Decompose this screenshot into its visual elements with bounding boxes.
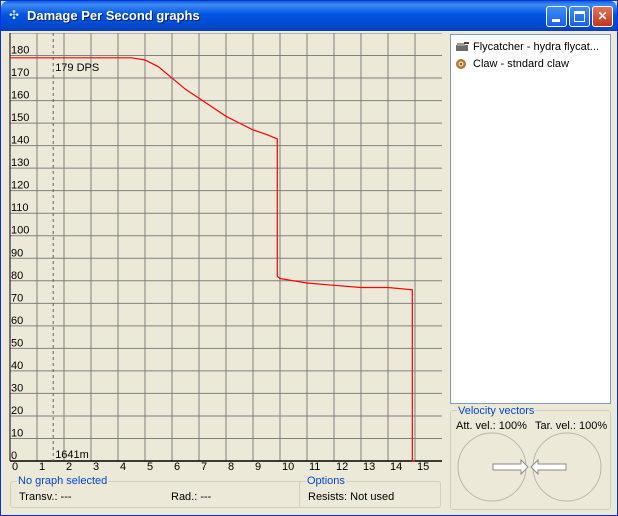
range-marker-label: 1641m [55, 449, 89, 461]
x-tick-label: 1 [39, 461, 45, 473]
resists-label: Resists: Not used [308, 491, 395, 503]
y-tick-label: 140 [11, 135, 29, 147]
window-title: Damage Per Second graphs [27, 8, 200, 23]
y-tick-label: 80 [11, 270, 23, 282]
y-tick-label: 130 [11, 157, 29, 169]
legend-item-flycatcher[interactable]: Flycatcher - hydra flycat... [455, 39, 599, 55]
x-tick-label: 9 [255, 461, 261, 473]
y-tick-label: 120 [11, 180, 29, 192]
status-title: No graph selected [17, 475, 109, 487]
maximize-icon [574, 11, 585, 22]
x-tick-label: 14 [390, 461, 402, 473]
x-tick-label: 3 [93, 461, 99, 473]
transversal-label: Transv.: --- [19, 491, 72, 503]
x-tick-label: 4 [120, 461, 126, 473]
minimize-button[interactable] [546, 6, 567, 27]
x-tick-label: 15 [417, 461, 429, 473]
dps-graph[interactable]: 0 10 20 30 40 50 60 70 80 90 100 110 120 130 140 150 160… [7, 33, 445, 473]
x-tick-label: 10 [282, 461, 294, 473]
y-tick-label: 110 [11, 202, 29, 214]
x-tick-label: 5 [147, 461, 153, 473]
y-tick-label: 90 [11, 247, 23, 259]
legend-item-claw[interactable]: Claw - stndard claw [455, 56, 569, 72]
y-tick-label: 40 [11, 360, 23, 372]
ship-icon: ✣ [8, 8, 20, 22]
title-bar[interactable]: ✣ Damage Per Second graphs ✕ [1, 1, 617, 31]
velocity-vector-dials[interactable] [451, 429, 610, 509]
x-tick-label: 2 [66, 461, 72, 473]
x-tick-label: 12 [336, 461, 348, 473]
x-tick-label: 13 [363, 461, 375, 473]
y-tick-label: 170 [11, 67, 29, 79]
dps-marker-label: 179 DPS [55, 62, 99, 74]
options-title: Options [306, 475, 346, 487]
close-button[interactable]: ✕ [592, 6, 613, 27]
y-tick-label: 160 [11, 90, 29, 102]
maximize-button[interactable] [569, 6, 590, 27]
y-tick-label: 150 [11, 112, 29, 124]
x-tick-label: 8 [228, 461, 234, 473]
x-tick-label: 11 [309, 461, 320, 473]
y-tick-label: 190 [11, 33, 29, 34]
velocity-vectors-group: Velocity vectors Att. vel.: 100% Tar. ve… [450, 406, 611, 510]
velocity-vectors-title: Velocity vectors [457, 405, 536, 417]
y-tick-label: 60 [11, 315, 23, 327]
y-tick-label: 10 [11, 427, 23, 439]
x-tick-label: 7 [201, 461, 207, 473]
minimize-icon [552, 19, 560, 22]
fit-list[interactable]: Flycatcher - hydra flycat... Claw - stnd… [450, 34, 611, 404]
y-tick-label: 100 [11, 225, 29, 237]
drone-icon [455, 58, 469, 70]
dps-graph-window: ✣ Damage Per Second graphs ✕ 0 10 20 30 40 50… [0, 0, 618, 516]
close-icon: ✕ [597, 9, 608, 23]
options-group[interactable]: Options Resists: Not used [299, 476, 441, 508]
y-tick-label: 50 [11, 337, 23, 349]
y-tick-label: 70 [11, 292, 23, 304]
y-tick-label: 20 [11, 405, 23, 417]
y-tick-label: 30 [11, 382, 23, 394]
x-tick-label: 6 [174, 461, 180, 473]
turret-icon [455, 41, 469, 53]
dps-chart-svg[interactable]: 0102030405060708090100110120130140150160… [7, 33, 445, 473]
x-tick-label: 0 [12, 461, 18, 473]
y-tick-label: 180 [11, 45, 29, 57]
radial-label: Rad.: --- [171, 491, 212, 503]
